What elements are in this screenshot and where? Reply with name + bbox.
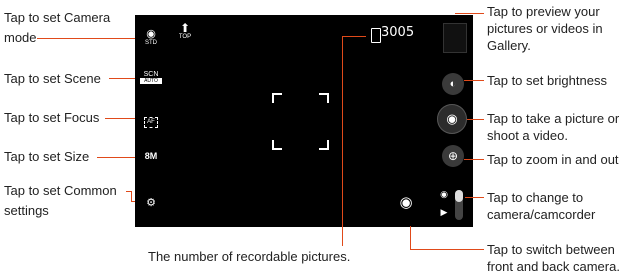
leader-size <box>97 157 138 158</box>
scene-icon: SCN <box>143 71 159 78</box>
top-label: TOP <box>178 34 192 40</box>
zoom-icon: ⊕ <box>447 149 459 163</box>
leader-recordable-b <box>342 36 343 246</box>
focus-icon: AF <box>144 117 158 128</box>
switch-camera-icon: ◉ <box>399 194 413 211</box>
callout-camera-mode-line1: Tap to set Camera <box>4 10 111 25</box>
mode-camera-indicator: ◉ <box>438 189 450 199</box>
leader-camera-mode <box>37 38 138 39</box>
brightness-icon: ◐ <box>449 78 457 90</box>
camera-icon: ◉ <box>446 111 458 126</box>
callout-front-back: Tap to switch between front and back cam… <box>487 242 620 274</box>
size-label: 8M <box>144 151 158 161</box>
leader-brightness <box>464 80 484 81</box>
callout-brightness: Tap to set brightness <box>487 73 607 88</box>
arrow-up-icon: ⬆ <box>179 21 191 35</box>
callout-zoom: Tap to zoom in and out <box>487 152 619 167</box>
callout-scene: Tap to set Scene <box>4 71 101 86</box>
callout-preview: Tap to preview your pictures or videos i… <box>487 4 603 53</box>
shutter-button[interactable]: ◉ <box>437 104 467 134</box>
camera-mode-button[interactable]: ◉ STD <box>140 28 162 47</box>
leader-recordable-a <box>342 36 366 37</box>
camera-icon: ◉ <box>146 28 156 40</box>
focus-button[interactable]: AF <box>140 110 162 128</box>
callout-shutter: Tap to take a picture or shoot a video. <box>487 111 620 143</box>
sd-card-icon <box>371 28 381 43</box>
std-label: STD <box>145 40 157 46</box>
leader-front-back-b <box>410 249 484 250</box>
top-button[interactable]: ⬆ TOP <box>175 21 195 40</box>
gallery-preview-thumbnail[interactable] <box>443 23 467 53</box>
size-button[interactable]: 8M <box>140 151 162 161</box>
scene-button[interactable]: SCN AUTO <box>140 71 162 84</box>
settings-button[interactable]: ⚙ <box>140 196 162 209</box>
callout-mode-switch: Tap to change to camera/camcorder <box>487 190 596 222</box>
switch-camera-button[interactable]: ◉ <box>393 193 419 215</box>
leader-scene <box>109 78 138 79</box>
camera-viewfinder[interactable]: ◉ STD ⬆ TOP SCN AUTO AF 8M ⚙ 3005 ◐ ◉ ⊕ … <box>135 15 473 227</box>
brightness-button[interactable]: ◐ <box>442 73 464 95</box>
focus-bracket-top-left <box>272 93 282 103</box>
leader-mode-switch <box>465 197 484 198</box>
leader-front-back-a <box>410 226 411 250</box>
focus-bracket-bottom-left <box>272 140 282 150</box>
leader-preview <box>455 13 484 14</box>
zoom-button[interactable]: ⊕ <box>442 145 464 167</box>
video-icon: ▶ <box>440 207 448 217</box>
callout-common-line1: Tap to set Common <box>4 183 117 198</box>
focus-bracket-top-right <box>319 93 329 103</box>
callout-common-line2: settings <box>4 203 49 218</box>
callout-camera-mode-line2: mode <box>4 30 37 45</box>
callout-size: Tap to set Size <box>4 149 90 164</box>
focus-bracket-bottom-right <box>319 140 329 150</box>
leader-focus <box>105 118 138 119</box>
leader-shutter <box>467 119 484 120</box>
camera-icon: ◉ <box>440 189 448 199</box>
gear-camera-icon: ⚙ <box>146 197 156 209</box>
toggle-knob[interactable] <box>455 190 463 202</box>
callout-recordable: The number of recordable pictures. <box>148 249 351 264</box>
recordable-count: 3005 <box>381 25 415 40</box>
leader-zoom <box>464 159 484 160</box>
mode-video-indicator: ▶ <box>438 207 450 217</box>
scene-sub-label: AUTO <box>140 78 162 84</box>
callout-focus: Tap to set Focus <box>4 110 100 125</box>
